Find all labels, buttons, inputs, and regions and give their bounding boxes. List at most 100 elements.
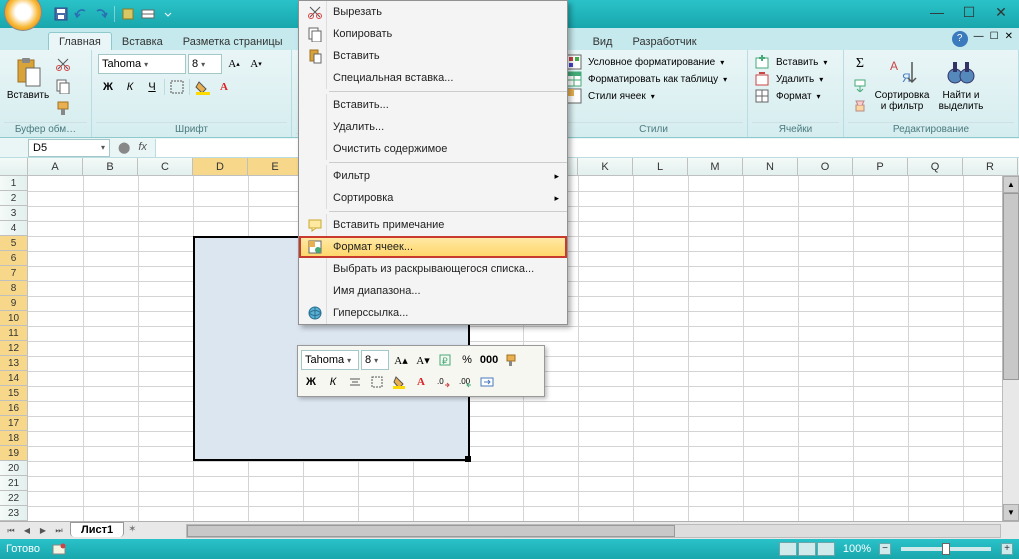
mini-comma-icon[interactable]: 000 xyxy=(479,350,499,370)
ctx-insert-comment[interactable]: Вставить примечание xyxy=(299,214,567,236)
ctx-delete[interactable]: Удалить... xyxy=(299,116,567,138)
mini-shrink-font-icon[interactable]: A▾ xyxy=(413,350,433,370)
ctx-paste-special[interactable]: Специальная вставка... xyxy=(299,67,567,89)
view-page-break-icon[interactable] xyxy=(817,542,835,556)
tab-main[interactable]: Главная xyxy=(48,32,112,50)
sheet-nav-first-icon[interactable]: ⏮ xyxy=(4,524,18,538)
grow-font-icon[interactable]: A▴ xyxy=(224,54,244,74)
select-all-corner[interactable] xyxy=(0,158,28,175)
ribbon-minimize-icon[interactable]: — xyxy=(974,31,984,47)
ctx-insert[interactable]: Вставить... xyxy=(299,94,567,116)
fx-icon[interactable]: fx xyxy=(138,141,147,154)
ctx-filter[interactable]: Фильтр▸ xyxy=(299,165,567,187)
autosum-icon[interactable]: Σ xyxy=(850,54,870,74)
font-size-combo[interactable]: 8▾ xyxy=(188,54,222,74)
row-header[interactable]: 20 xyxy=(0,461,27,476)
row-header[interactable]: 19 xyxy=(0,446,27,461)
ctx-format-cells[interactable]: Формат ячеек... xyxy=(299,236,567,258)
cut-icon[interactable] xyxy=(53,54,73,74)
mini-font-color-icon[interactable]: A xyxy=(411,372,431,392)
mini-bold-button[interactable]: Ж xyxy=(301,372,321,392)
undo-icon[interactable] xyxy=(72,5,90,23)
format-cells-button[interactable]: Формат▾ xyxy=(754,88,837,104)
mini-percent-icon[interactable]: % xyxy=(457,350,477,370)
borders-icon[interactable] xyxy=(167,77,187,97)
mini-grow-font-icon[interactable]: A▴ xyxy=(391,350,411,370)
fill-color-icon[interactable] xyxy=(192,77,212,97)
mini-borders-icon[interactable] xyxy=(367,372,387,392)
mini-increase-decimal-icon[interactable]: .00 xyxy=(455,372,475,392)
row-header[interactable]: 15 xyxy=(0,386,27,401)
mini-font-size[interactable]: 8▾ xyxy=(361,350,389,370)
row-header[interactable]: 6 xyxy=(0,251,27,266)
macro-record-icon[interactable] xyxy=(52,542,66,556)
col-header[interactable]: R xyxy=(963,158,1018,175)
fx-circle-icon[interactable]: ⬤ xyxy=(118,141,130,154)
row-header[interactable]: 16 xyxy=(0,401,27,416)
col-header[interactable]: D xyxy=(193,158,248,175)
fill-handle[interactable] xyxy=(465,456,471,462)
help-icon[interactable]: ? xyxy=(952,31,968,47)
mini-align-center-icon[interactable] xyxy=(345,372,365,392)
col-header[interactable]: A xyxy=(28,158,83,175)
find-select-button[interactable]: Найти и выделить xyxy=(934,54,988,114)
mini-fill-color-icon[interactable] xyxy=(389,372,409,392)
col-header[interactable]: Q xyxy=(908,158,963,175)
name-box[interactable]: D5▾ xyxy=(28,139,110,157)
view-normal-icon[interactable] xyxy=(779,542,797,556)
italic-button[interactable]: К xyxy=(120,77,140,97)
row-header[interactable]: 22 xyxy=(0,491,27,506)
col-header[interactable]: O xyxy=(798,158,853,175)
conditional-formatting-button[interactable]: Условное форматирование▾ xyxy=(566,54,741,70)
redo-icon[interactable] xyxy=(92,5,110,23)
view-page-layout-icon[interactable] xyxy=(798,542,816,556)
clear-icon[interactable] xyxy=(850,96,870,116)
copy-icon[interactable] xyxy=(53,76,73,96)
scroll-thumb[interactable] xyxy=(1003,193,1019,380)
col-header[interactable]: P xyxy=(853,158,908,175)
row-header[interactable]: 10 xyxy=(0,311,27,326)
bold-button[interactable]: Ж xyxy=(98,77,118,97)
zoom-thumb[interactable] xyxy=(942,543,950,555)
row-header[interactable]: 3 xyxy=(0,206,27,221)
shrink-font-icon[interactable]: A▾ xyxy=(246,54,266,74)
zoom-out-button[interactable]: − xyxy=(879,543,891,555)
mini-font-name[interactable]: Tahoma▾ xyxy=(301,350,359,370)
row-header[interactable]: 17 xyxy=(0,416,27,431)
sheet-tab[interactable]: Лист1 xyxy=(70,522,124,537)
ctx-cut[interactable]: Вырезать xyxy=(299,1,567,23)
mini-format-painter-icon[interactable] xyxy=(501,350,521,370)
sheet-nav-last-icon[interactable]: ⏭ xyxy=(52,524,66,538)
zoom-in-button[interactable]: + xyxy=(1001,543,1013,555)
format-as-table-button[interactable]: Форматировать как таблицу▾ xyxy=(566,71,741,87)
col-header[interactable]: K xyxy=(578,158,633,175)
cell-styles-button[interactable]: Стили ячеек▾ xyxy=(566,88,741,104)
add-sheet-icon[interactable]: ✶ xyxy=(128,524,146,538)
col-header[interactable]: C xyxy=(138,158,193,175)
tab-developer[interactable]: Разработчик xyxy=(622,33,706,50)
row-header[interactable]: 7 xyxy=(0,266,27,281)
row-header[interactable]: 21 xyxy=(0,476,27,491)
format-painter-icon[interactable] xyxy=(53,98,73,118)
row-header[interactable]: 2 xyxy=(0,191,27,206)
fill-icon[interactable] xyxy=(850,75,870,95)
row-header[interactable]: 18 xyxy=(0,431,27,446)
zoom-slider[interactable] xyxy=(901,547,991,551)
insert-cells-button[interactable]: Вставить▾ xyxy=(754,54,837,70)
close-button[interactable]: ✕ xyxy=(991,4,1011,20)
col-header[interactable]: E xyxy=(248,158,303,175)
col-header[interactable]: M xyxy=(688,158,743,175)
horizontal-scrollbar[interactable] xyxy=(186,524,1001,538)
row-header[interactable]: 13 xyxy=(0,356,27,371)
ribbon-close-icon[interactable]: ✕ xyxy=(1005,31,1013,47)
qat-icon-2[interactable] xyxy=(139,5,157,23)
mini-merge-icon[interactable] xyxy=(477,372,497,392)
tab-insert[interactable]: Вставка xyxy=(112,33,173,50)
office-button[interactable] xyxy=(4,0,42,31)
tab-page-layout[interactable]: Разметка страницы xyxy=(173,33,293,50)
sort-filter-button[interactable]: АЯ Сортировка и фильтр xyxy=(873,54,931,114)
ctx-sort[interactable]: Сортировка▸ xyxy=(299,187,567,209)
ribbon-restore-icon[interactable]: ☐ xyxy=(990,31,999,47)
row-header[interactable]: 9 xyxy=(0,296,27,311)
hscroll-thumb[interactable] xyxy=(187,525,675,537)
